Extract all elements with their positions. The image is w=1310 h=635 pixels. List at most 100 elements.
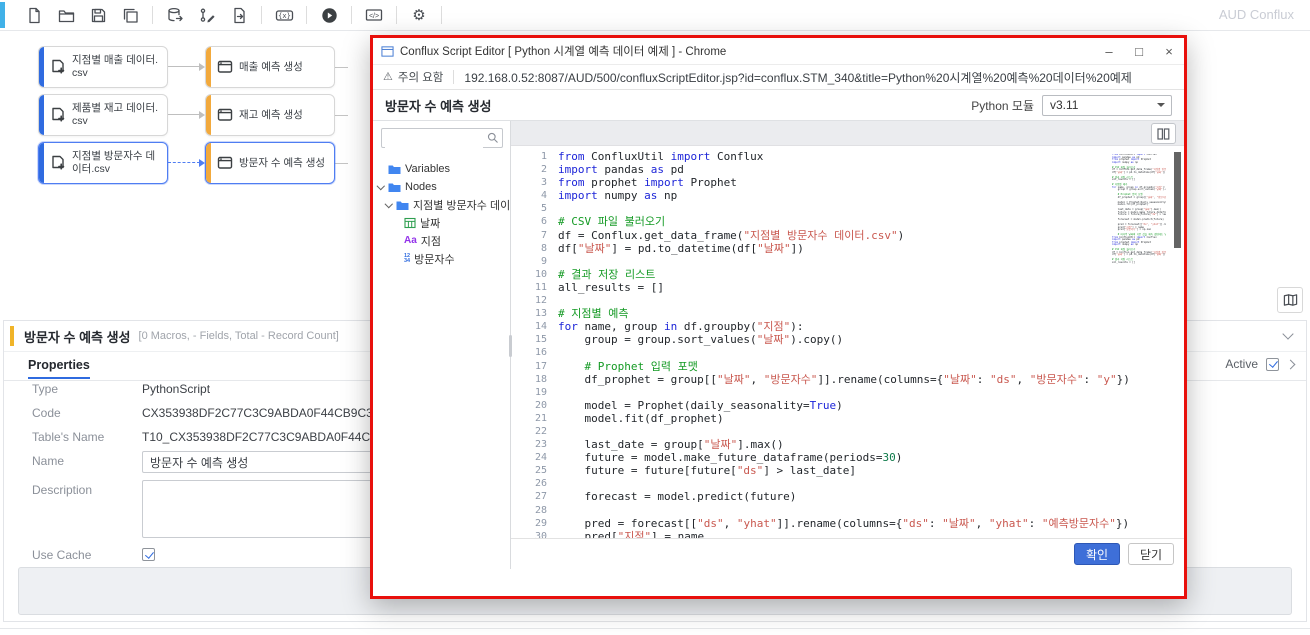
flow-node-source[interactable]: 제품별 재고 데이터.csv [38,94,168,136]
tree-item[interactable]: 지점별 방문자수 데이터.csv [373,196,510,214]
line-number: 5 [511,202,558,215]
code-line: 3from prophet import Prophet [511,176,1184,189]
code-line: 26 [511,477,1184,490]
toolbar-separator [396,6,397,24]
active-chevron-icon[interactable] [1286,359,1296,369]
accent-bar [0,2,5,28]
url-text: 192.168.0.52:8087/AUD/500/confluxScriptE… [464,69,1131,86]
code-line: 5 [511,202,1184,215]
use-cache-checkbox[interactable] [142,548,155,561]
line-number: 11 [511,281,558,294]
active-checkbox[interactable] [1266,358,1279,371]
csv-node-icon [50,155,66,171]
toolbar-new-file-button[interactable] [21,3,47,27]
line-number: 3 [511,176,558,189]
node-label: 지점별 방문자수 데이터.csv [72,150,167,176]
line-number: 22 [511,425,558,438]
code-line: 30 pred["지점"] = name [511,530,1184,538]
field-value: PythonScript [142,379,210,396]
python-version-select[interactable]: v3.11 [1042,95,1172,116]
flow-node-source[interactable]: 지점별 매출 데이터.csv [38,46,168,88]
code-line: 18 df_prophet = group[["날짜", "방문자수"]].re… [511,373,1184,386]
toolbar-transform-button[interactable] [194,3,220,27]
confirm-button[interactable]: 확인 [1074,543,1120,565]
field-label: Use Cache [32,545,142,562]
warning-icon: ⚠ [383,72,393,83]
folder-icon [388,164,401,175]
flow-node-target[interactable]: 매출 예측 생성 [205,46,335,88]
tree-item-label: Variables [405,163,450,175]
search-icon [487,132,499,144]
flow-row: 제품별 재고 데이터.csv 재고 예측 생성 [38,94,348,136]
flow-connector [168,46,205,88]
cancel-button[interactable]: 닫기 [1128,543,1174,565]
tree-item[interactable]: Variables [373,160,510,178]
tree-item[interactable]: 1234방문자수 [373,250,510,268]
window-icon [381,45,394,58]
field-value: CX353938DF2C77C3C9ABDA0F44CB9C3AB2 [142,403,395,420]
toolbar-icons: {x} </> ⚙ [18,3,448,27]
collapse-panel-chevron-icon[interactable] [1282,328,1293,339]
code-line: 9 [511,255,1184,268]
overview-map-button[interactable] [1277,287,1303,313]
split-view-button[interactable] [1151,123,1176,144]
toolbar-save-button[interactable] [85,3,111,27]
toolbar-open-folder-button[interactable] [53,3,79,27]
expander-chevron-icon[interactable] [378,181,388,193]
number-field-icon: 1234 [404,254,410,264]
flow-node-source[interactable]: 지점별 방문자수 데이터.csv [38,142,168,184]
tree-item[interactable]: Aa지점 [373,232,510,250]
toolbar-separator [351,6,352,24]
line-number: 27 [511,490,558,503]
code-line: 15 group = group.sort_values("날짜").copy(… [511,333,1184,346]
line-number: 29 [511,517,558,530]
code-line: 2import pandas as pd [511,163,1184,176]
flow-node-target[interactable]: 방문자 수 예측 생성 [205,142,335,184]
editor-toolbar [511,121,1184,146]
line-number: 14 [511,320,558,333]
flow-node-target[interactable]: 재고 예측 생성 [205,94,335,136]
toolbar-separator [306,6,307,24]
tree-search[interactable] [381,128,503,148]
minimize-button[interactable]: – [1094,38,1124,64]
toolbar-run-button[interactable] [316,3,342,27]
node-stripe [39,143,44,183]
svg-text:{x}: {x} [278,12,291,20]
toolbar-save-all-button[interactable] [117,3,143,27]
maximize-button[interactable]: □ [1124,38,1154,64]
code-editor-pane: 1from ConfluxUtil import Conflux2import … [511,121,1184,569]
line-number: 28 [511,504,558,517]
window-titlebar[interactable]: Conflux Script Editor [ Python 시계열 예측 데이… [373,38,1184,65]
field-label: Type [32,379,142,396]
tab-properties[interactable]: Properties [28,358,90,378]
page-divider [0,628,1310,629]
toolbar-variable-button[interactable]: {x} [271,3,297,27]
flow-connector [168,94,205,136]
line-number: 19 [511,386,558,399]
field-label: Table's Name [32,427,142,444]
tree-item-label: 지점 [421,233,441,249]
date-field-icon [404,217,416,229]
close-button[interactable]: × [1154,38,1184,64]
brand-label: AUD Conflux [1219,7,1294,22]
tree-item[interactable]: 날짜 [373,214,510,232]
code-area[interactable]: 1from ConfluxUtil import Conflux2import … [511,146,1184,538]
toolbar-code-window-button[interactable]: </> [361,3,387,27]
line-number: 6 [511,215,558,228]
line-number: 7 [511,229,558,242]
csv-node-icon [50,107,66,123]
expander-chevron-icon[interactable] [386,199,396,211]
tree-item-label: 지점별 방문자수 데이터.csv [413,197,510,213]
code-line: 1from ConfluxUtil import Conflux [511,150,1184,163]
code-line: 6# CSV 파일 불러오기 [511,215,1184,228]
toolbar-db-import-button[interactable] [162,3,188,27]
window-title: Conflux Script Editor [ Python 시계열 예측 데이… [400,43,1094,59]
toolbar-export-button[interactable] [226,3,252,27]
search-input[interactable] [385,130,483,148]
address-bar[interactable]: ⚠ 주의 요함 192.168.0.52:8087/AUD/500/conflu… [373,65,1184,90]
toolbar-settings-button[interactable]: ⚙ [406,3,432,27]
line-number: 30 [511,530,558,538]
scrollbar-thumb[interactable] [1174,152,1181,248]
tree-item[interactable]: Nodes [373,178,510,196]
top-toolbar: {x} </> ⚙ AUD Conflux [0,0,1310,31]
